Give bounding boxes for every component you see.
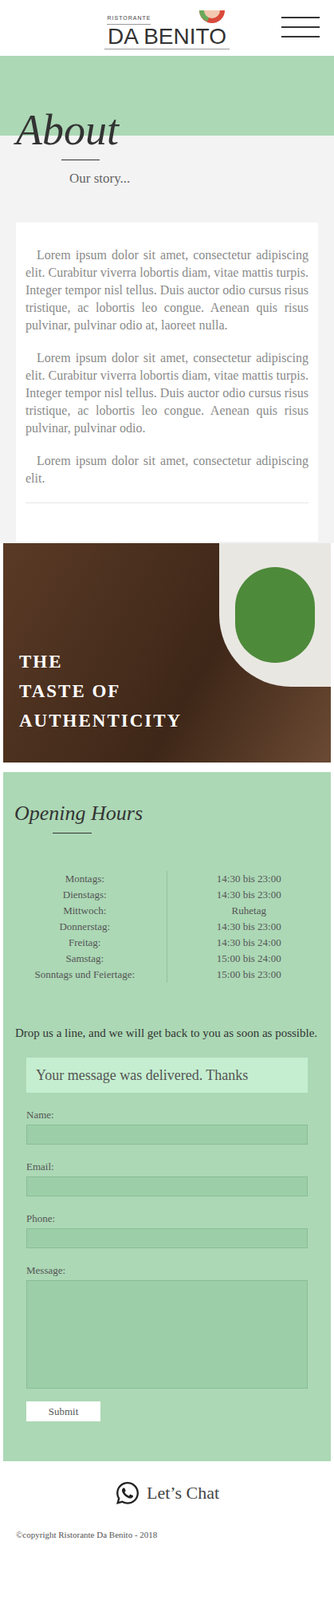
menu-icon[interactable] [281,16,320,38]
hours-time: 14:30 bis 24:00 [167,934,332,951]
field-label: Email: [26,1159,308,1173]
header: RISTORANTEDA BENITO [0,0,334,56]
hours-day: Montags: [3,870,167,887]
logo-name: DA BENITO [104,24,230,50]
contact-form: Your message was delivered. Thanks Name: E… [26,1057,308,1421]
contact-intro: Drop us a line, and we will get back to … [3,1023,331,1042]
hours-time: 15:00 bis 24:00 [167,950,332,967]
hours-time: 15:00 bis 23:00 [167,966,332,983]
about-card: Lorem ipsum dolor sit amet, consectetur … [15,222,319,542]
footer: Let’s Chat ©copyright Ristorante Da Benit… [0,1460,334,1565]
salad-plate-image [211,542,331,763]
hours-day: Donnerstag: [3,918,167,935]
card-rule [25,502,309,503]
field-label: Name: [26,1108,308,1121]
banner-line: THE [19,646,212,676]
hours-time: Ruhetag [167,902,332,919]
tomato-logo-icon [197,7,227,25]
text-field[interactable] [26,1227,308,1248]
text-field[interactable] [26,1123,308,1144]
hours-day: Freitag: [3,934,167,951]
logo[interactable]: RISTORANTEDA BENITO [104,7,230,50]
about-title: About [0,103,334,157]
hours-time: 14:30 bis 23:00 [167,918,332,935]
about-paragraph: Lorem ipsum dolor sit amet, consectetur … [25,246,309,334]
text-field[interactable] [26,1175,308,1196]
hours-contact-section: Opening Hours Montags:Dienstags:Mittwoch:… [3,771,331,1461]
about-subtitle: Our story... [0,169,334,188]
whatsapp-icon [114,1479,141,1505]
about-paragraph: Lorem ipsum dolor sit amet, consectetur … [25,349,309,437]
field-label: Message: [26,1263,308,1277]
message-field[interactable] [26,1279,308,1388]
field-label: Phone: [26,1211,308,1225]
banner: THETASTE OFAUTHENTICITY [3,542,331,763]
hours-day: Sonntags und Feiertage: [3,966,167,983]
about-section: About Our story... Lorem ipsum dolor sit a… [0,55,334,543]
hours-divider [52,832,92,834]
title-divider [61,159,100,161]
chat-link[interactable]: Let’s Chat [114,1479,220,1505]
hours-day: Samstag: [3,950,167,967]
logo-small-text: RISTORANTE [106,14,151,25]
submit-button[interactable]: Submit [26,1400,101,1421]
hours-day: Dienstags: [3,886,167,903]
hours-day: Mittwoch: [3,902,167,919]
banner-line: AUTHENTICITY [19,705,212,735]
hours-title: Opening Hours [3,800,331,826]
banner-line: TASTE OF [19,675,212,706]
hours-table: Montags:Dienstags:Mittwoch:Donnerstag:Fr… [3,870,331,983]
success-message: Your message was delivered. Thanks [26,1057,308,1093]
about-paragraph: Lorem ipsum dolor sit amet, consectetur … [25,451,309,488]
copyright: ©copyright Ristorante Da Benito - 2018 [0,1527,158,1541]
hours-time: 14:30 bis 23:00 [167,870,332,887]
hours-time: 14:30 bis 23:00 [167,886,332,903]
page: RISTORANTEDA BENITO About Our story... Lore… [0,0,334,1565]
